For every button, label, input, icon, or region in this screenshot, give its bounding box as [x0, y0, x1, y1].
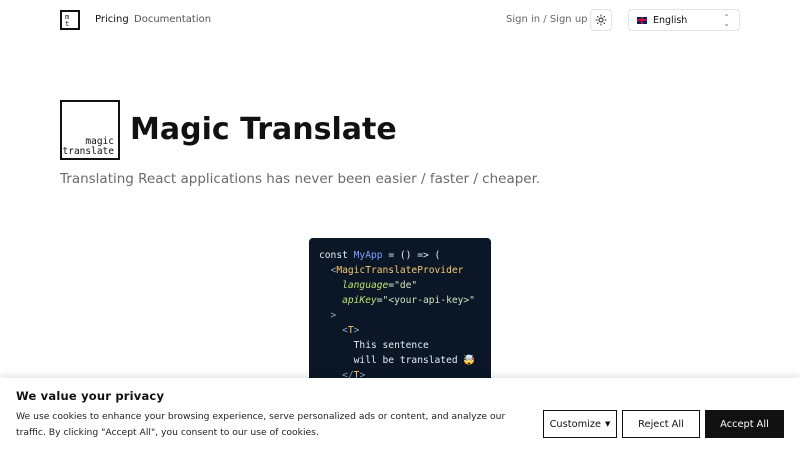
- code-token: "<your-api-key>": [382, 295, 475, 306]
- page-title: Magic Translate: [130, 112, 397, 147]
- reject-all-button[interactable]: Reject All: [622, 410, 700, 438]
- logo-icon[interactable]: mt: [60, 10, 80, 30]
- nav-link-pricing[interactable]: Pricing: [95, 14, 129, 25]
- code-token: <: [319, 265, 337, 276]
- code-line: >: [319, 308, 491, 323]
- logo-text: mt: [65, 13, 70, 28]
- caret-down-icon: ▼: [605, 420, 611, 428]
- code-line: <T>: [319, 323, 491, 338]
- code-token: language: [342, 280, 389, 291]
- code-line: <MagicTranslateProvider: [319, 263, 491, 278]
- sun-icon: [595, 14, 607, 26]
- customize-label: Customize: [549, 418, 602, 430]
- chevron-updown-icon: ⌃ ⌄: [723, 13, 730, 28]
- code-line: language="de": [319, 278, 491, 293]
- hero-subtitle: Translating React applications has never…: [60, 171, 541, 187]
- hero-logo-line-2: translate: [62, 146, 114, 157]
- code-token: MagicTranslateProvider: [336, 265, 464, 276]
- code-line: will be translated 🤯: [319, 353, 491, 368]
- code-token: <: [319, 325, 348, 336]
- top-nav: mt Pricing Documentation Sign in / Sign …: [0, 0, 800, 40]
- code-sample: const MyApp = () => ( <MagicTranslatePro…: [309, 238, 491, 388]
- code-line: apiKey="<your-api-key>": [319, 293, 491, 308]
- hero-logo: magic translate: [60, 100, 120, 160]
- code-token: >: [319, 310, 337, 321]
- uk-flag-icon: [637, 16, 647, 24]
- code-token: >: [353, 325, 360, 336]
- accept-all-button[interactable]: Accept All: [705, 410, 784, 438]
- signin-link[interactable]: Sign in / Sign up: [506, 14, 588, 25]
- code-token: MyApp: [353, 250, 383, 261]
- code-token: = () => (: [382, 250, 441, 261]
- cookie-text: We use cookies to enhance your browsing …: [16, 411, 506, 438]
- theme-toggle-button[interactable]: [590, 9, 612, 31]
- code-token: "de": [394, 280, 418, 291]
- nav-link-documentation[interactable]: Documentation: [134, 14, 211, 25]
- cookie-title: We value your privacy: [16, 389, 165, 403]
- code-token: apiKey: [342, 295, 377, 306]
- code-token: const: [319, 250, 354, 261]
- customize-button[interactable]: Customize ▼: [543, 410, 617, 438]
- code-token: This sentence: [319, 340, 429, 351]
- code-line: This sentence: [319, 338, 491, 353]
- language-select[interactable]: English ⌃ ⌄: [628, 9, 740, 31]
- cookie-banner: We value your privacy We use cookies to …: [0, 378, 800, 450]
- code-token: will be translated 🤯: [319, 355, 476, 366]
- code-line: const MyApp = () => (: [319, 248, 491, 263]
- language-selected: English: [653, 14, 688, 26]
